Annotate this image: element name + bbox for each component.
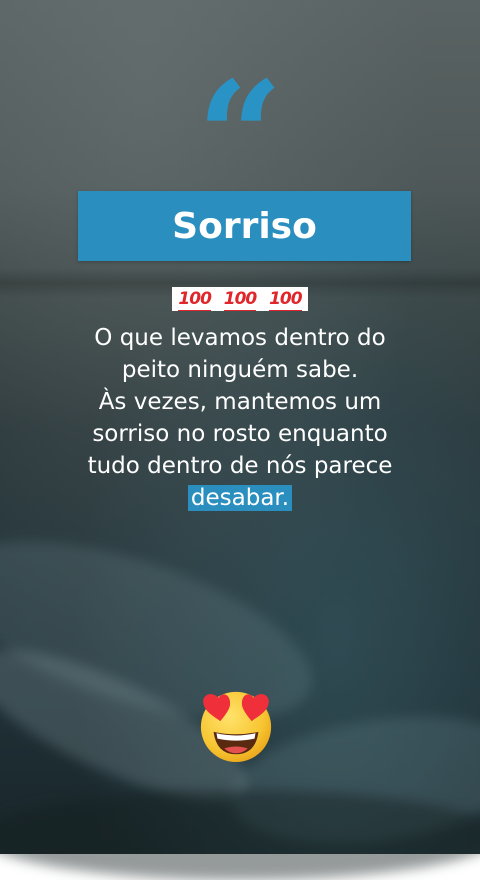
hundred-points-label: 100 [269, 289, 303, 311]
quote-mark-icon: “ [196, 62, 284, 172]
quote-text: O que levamos dentro do peito ninguém sa… [40, 322, 440, 514]
highlighted-word: desabar. [187, 485, 293, 511]
hundred-points-label: 100 [178, 289, 212, 311]
hundred-points-label: 100 [223, 289, 257, 311]
quote-line: sorriso no rosto enquanto [92, 421, 388, 447]
quote-line: tudo dentro de nós parece [87, 453, 393, 479]
title-banner: Sorriso [78, 191, 411, 261]
quote-line: Às vezes, mantemos um [98, 389, 382, 415]
heart-eyes-smiling-face-icon [200, 691, 272, 763]
hundred-points-icon: 100 100 100 [172, 287, 308, 311]
quote-line: O que levamos dentro do [94, 325, 386, 351]
page-title: Sorriso [172, 205, 317, 247]
quote-line: peito ninguém sabe. [121, 357, 359, 383]
